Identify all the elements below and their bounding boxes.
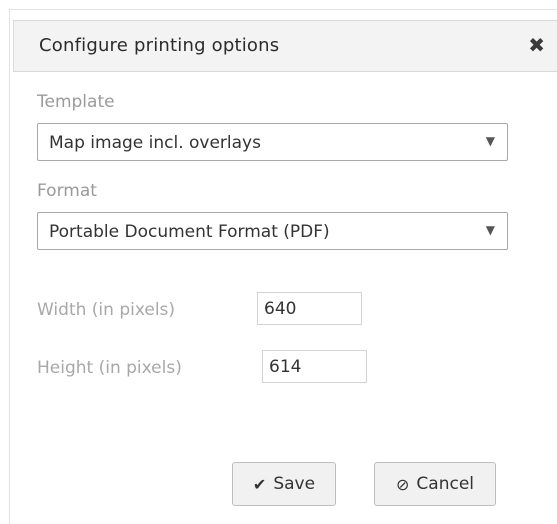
print-options-dialog: Configure printing options ✖ Template Ma…: [9, 9, 557, 524]
ban-icon: ⊘: [396, 474, 410, 494]
chevron-down-icon: ▼: [485, 223, 495, 237]
height-label: Height (in pixels): [37, 358, 182, 378]
cancel-button[interactable]: ⊘ Cancel: [374, 462, 496, 506]
width-label: Width (in pixels): [37, 300, 176, 320]
dialog-title: Configure printing options: [39, 35, 280, 56]
close-icon[interactable]: ✖: [528, 34, 545, 56]
template-select[interactable]: Map image incl. overlays ▼: [37, 123, 508, 161]
format-label: Format: [37, 181, 97, 201]
height-input[interactable]: [262, 350, 367, 383]
save-button-label: Save: [273, 474, 316, 494]
cancel-button-label: Cancel: [416, 474, 474, 494]
width-input[interactable]: [257, 292, 362, 325]
format-select[interactable]: Portable Document Format (PDF) ▼: [37, 212, 508, 250]
format-selected-value: Portable Document Format (PDF): [49, 222, 330, 242]
chevron-down-icon: ▼: [485, 134, 495, 148]
save-button[interactable]: ✔ Save: [232, 462, 336, 506]
checkmark-icon: ✔: [252, 474, 267, 494]
template-selected-value: Map image incl. overlays: [49, 133, 261, 153]
template-label: Template: [37, 92, 115, 112]
dialog-header: Configure printing options ✖: [13, 20, 557, 72]
